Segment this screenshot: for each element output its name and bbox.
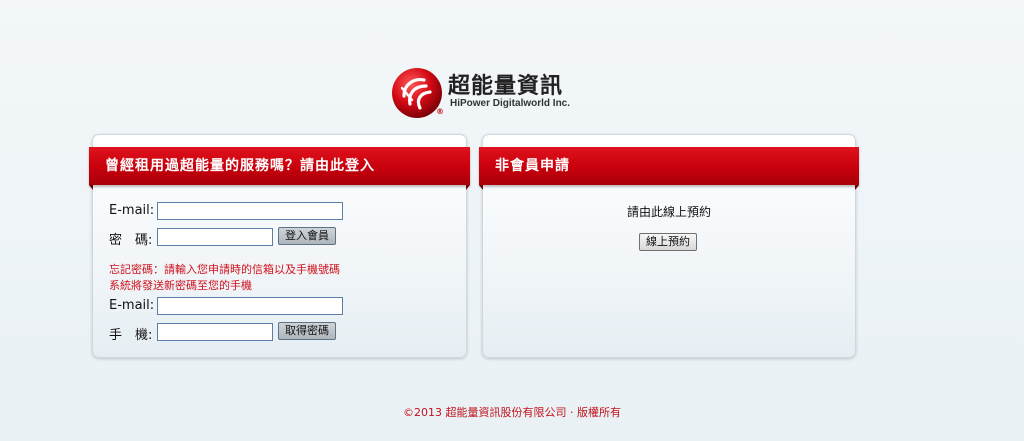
login-panel-header: 曾經租用過超能量的服務嗎？請由此登入 (89, 147, 470, 190)
forgot-password-notice-2: 系統將發送新密碼至您的手機 (109, 279, 252, 292)
page: ® 超能量資訊 HiPower Digitalworld Inc. 曾經租用過超… (0, 0, 1024, 441)
email-label: E-mail: (109, 203, 155, 218)
online-booking-text: 請由此線上預約 (626, 205, 711, 219)
forgot-email-input[interactable] (157, 297, 343, 315)
phone-input[interactable] (157, 323, 273, 341)
login-panel: 曾經租用過超能量的服務嗎？請由此登入 E-mail: 密 碼: 登入會員 忘記密… (89, 134, 470, 358)
login-email-input[interactable] (157, 202, 343, 220)
registered-mark: ® (436, 107, 444, 116)
register-panel-header: 非會員申請 (479, 147, 859, 190)
company-logo: ® 超能量資訊 HiPower Digitalworld Inc. (390, 64, 590, 120)
copyright-footer: ©2013 超能量資訊股份有限公司 ‧ 版權所有 (403, 406, 621, 419)
logo-name-english: HiPower Digitalworld Inc. (450, 98, 571, 109)
password-label: 密 碼: (109, 233, 153, 248)
login-panel-title: 曾經租用過超能量的服務嗎？請由此登入 (105, 158, 375, 174)
forgot-email-label: E-mail: (109, 298, 155, 313)
get-password-button[interactable]: 取得密碼 (278, 322, 336, 340)
login-password-input[interactable] (157, 228, 273, 246)
register-panel-title: 非會員申請 (495, 158, 570, 174)
online-booking-button[interactable]: 線上預約 (639, 233, 697, 251)
phone-label: 手 機: (109, 328, 153, 343)
forgot-password-notice: 忘記密碼：請輸入您申請時的信箱以及手機號碼 (109, 263, 340, 276)
logo-name-chinese: 超能量資訊 (448, 74, 564, 99)
register-panel: 非會員申請 請由此線上預約 線上預約 (479, 134, 859, 358)
login-button[interactable]: 登入會員 (278, 227, 336, 245)
